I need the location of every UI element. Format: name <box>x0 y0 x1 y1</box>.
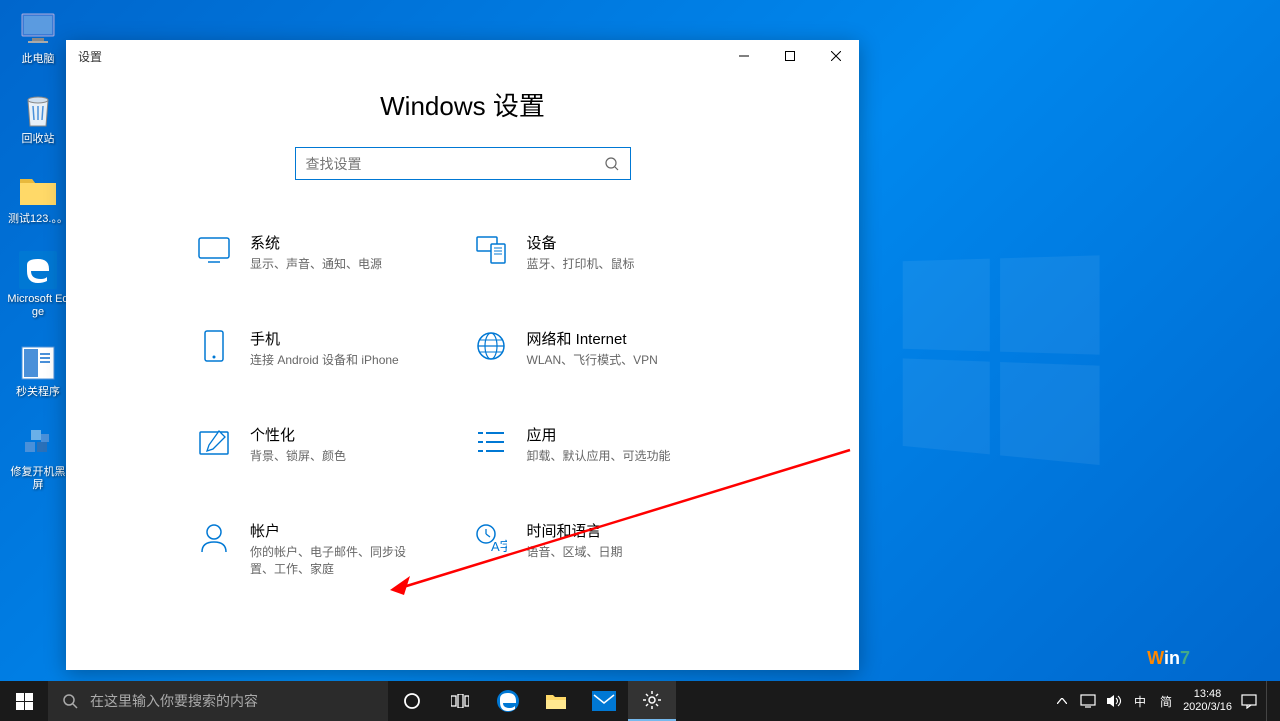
repair-icon <box>18 423 58 463</box>
search-box[interactable] <box>295 147 631 180</box>
pc-icon <box>18 10 58 50</box>
personalization-icon <box>196 424 232 460</box>
desktop-icon-repair-app[interactable]: 修复开机黑屏 <box>6 423 70 492</box>
desktop-icon-edge[interactable]: Microsoft Edge <box>6 250 70 319</box>
category-phone[interactable]: 手机连接 Android 设备和 iPhone <box>196 328 453 368</box>
minimize-button[interactable] <box>721 40 767 72</box>
app-icon <box>18 343 58 383</box>
tray-clock[interactable]: 13:48 2020/3/16 <box>1183 688 1232 714</box>
settings-categories: 系统显示、声音、通知、电源 设备蓝牙、打印机、鼠标 手机连接 Android 设… <box>66 232 859 577</box>
show-desktop-button[interactable] <box>1266 681 1272 721</box>
tray-ime2[interactable]: 简 <box>1157 693 1175 710</box>
svg-text:A字: A字 <box>491 539 507 553</box>
taskbar-settings[interactable] <box>628 681 676 721</box>
edge-icon <box>18 250 58 290</box>
desktop-icons: 此电脑 回收站 测试123.。。 Microsoft Edge 秒关程序 修复开… <box>6 10 70 492</box>
folder-icon <box>18 170 58 210</box>
window-title: 设置 <box>78 48 102 65</box>
taskbar-edge[interactable] <box>484 681 532 721</box>
globe-icon <box>473 328 509 364</box>
desktop-icon-this-pc[interactable]: 此电脑 <box>6 10 70 66</box>
close-button[interactable] <box>813 40 859 72</box>
tray-ime1[interactable]: 中 <box>1131 693 1149 710</box>
settings-window: 设置 Windows 设置 系统显示、声音、通知、电源 设备蓝牙、打印机、鼠标 <box>66 40 859 670</box>
system-icon <box>196 232 232 268</box>
category-time-language[interactable]: A字 时间和语言语音、区域、日期 <box>473 520 730 577</box>
category-accounts[interactable]: 帐户你的帐户、电子邮件、同步设置、工作、家庭 <box>196 520 453 577</box>
tray-chevron-up-icon[interactable] <box>1053 698 1071 704</box>
tray-network-icon[interactable] <box>1079 694 1097 708</box>
taskbar-taskview[interactable] <box>436 681 484 721</box>
maximize-button[interactable] <box>767 40 813 72</box>
search-input[interactable] <box>306 156 604 172</box>
taskbar-cortana[interactable] <box>388 681 436 721</box>
time-language-icon: A字 <box>473 520 509 556</box>
category-system[interactable]: 系统显示、声音、通知、电源 <box>196 232 453 272</box>
settings-content: Windows 设置 系统显示、声音、通知、电源 设备蓝牙、打印机、鼠标 手机连… <box>66 72 859 577</box>
search-icon <box>604 156 620 172</box>
taskbar-search[interactable]: 在这里输入你要搜索的内容 <box>48 681 388 721</box>
accounts-icon <box>196 520 232 556</box>
recycle-bin-icon <box>18 90 58 130</box>
search-icon <box>62 693 78 709</box>
category-apps[interactable]: 应用卸载、默认应用、可选功能 <box>473 424 730 464</box>
tray-volume-icon[interactable] <box>1105 694 1123 708</box>
tray-action-center-icon[interactable] <box>1240 693 1258 709</box>
taskbar-explorer[interactable] <box>532 681 580 721</box>
taskbar: 在这里输入你要搜索的内容 中 简 13:48 2020/3/16 <box>0 681 1280 721</box>
watermark-logo: Win7 <box>1147 648 1190 669</box>
phone-icon <box>196 328 232 364</box>
taskbar-items <box>388 681 676 721</box>
category-devices[interactable]: 设备蓝牙、打印机、鼠标 <box>473 232 730 272</box>
start-button[interactable] <box>0 681 48 721</box>
desktop-icon-shutdown-app[interactable]: 秒关程序 <box>6 343 70 399</box>
apps-icon <box>473 424 509 460</box>
window-controls <box>721 40 859 72</box>
taskbar-mail[interactable] <box>580 681 628 721</box>
system-tray: 中 简 13:48 2020/3/16 <box>1045 681 1280 721</box>
category-personalization[interactable]: 个性化背景、锁屏、颜色 <box>196 424 453 464</box>
devices-icon <box>473 232 509 268</box>
titlebar[interactable]: 设置 <box>66 40 859 72</box>
desktop-icon-test-folder[interactable]: 测试123.。。 <box>6 170 70 226</box>
wallpaper-windows-logo <box>900 260 1100 460</box>
page-title: Windows 设置 <box>66 86 859 123</box>
desktop-icon-recycle-bin[interactable]: 回收站 <box>6 90 70 146</box>
category-network[interactable]: 网络和 InternetWLAN、飞行模式、VPN <box>473 328 730 368</box>
